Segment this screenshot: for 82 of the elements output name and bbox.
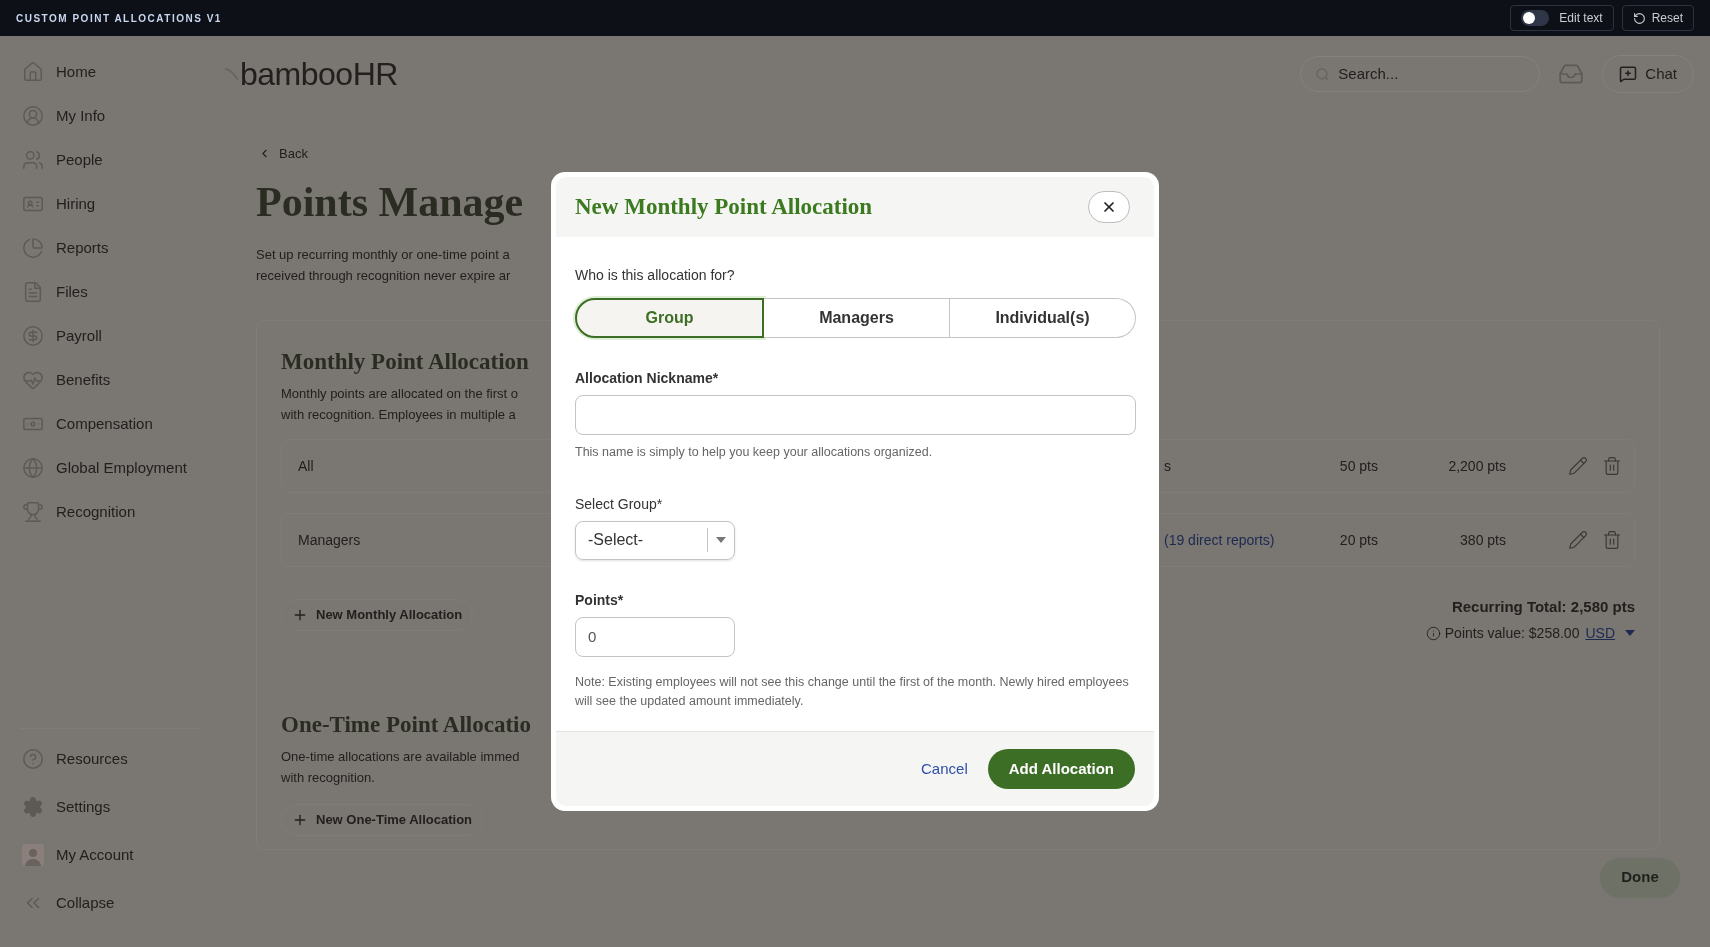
pie-chart-icon xyxy=(22,237,44,259)
section-description: with recognition. Employees in multiple a xyxy=(281,406,516,424)
nav-item[interactable]: Hiring xyxy=(2,184,220,224)
info-icon xyxy=(1425,625,1441,641)
note-text: Note: Existing employees will not see this change until the first of the month. Newly hired employees will see the updated amount immediately. xyxy=(575,673,1130,710)
nav-item[interactable]: People xyxy=(2,140,220,180)
back-link[interactable]: Back xyxy=(258,144,308,164)
section-title: Monthly Point Allocation xyxy=(281,347,529,376)
plus-icon xyxy=(292,607,308,623)
page-title: Points Manage xyxy=(256,177,524,227)
edit-icon[interactable] xyxy=(1568,530,1588,550)
nickname-input[interactable] xyxy=(575,395,1136,435)
chat-icon xyxy=(1619,65,1638,83)
nav-item[interactable]: Resources xyxy=(2,739,220,779)
section-description: One-time allocations are available immed xyxy=(281,748,520,766)
nickname-label: Allocation Nickname* xyxy=(575,369,720,388)
points-text: 20 pts xyxy=(1338,530,1378,550)
reset-icon xyxy=(1632,11,1646,25)
user-icon xyxy=(22,105,44,127)
nav-item[interactable]: Global Employment xyxy=(2,448,220,488)
file-icon xyxy=(22,281,44,303)
nav-item[interactable]: Reports xyxy=(2,228,220,268)
points-label: Points* xyxy=(575,590,625,610)
plus-icon xyxy=(292,812,308,828)
people-icon xyxy=(22,149,44,171)
total-text: 2,200 pts xyxy=(1447,456,1506,476)
caret-icon xyxy=(716,537,726,544)
cancel-button[interactable]: Cancel xyxy=(921,757,968,781)
reset-button[interactable]: Reset xyxy=(1621,5,1694,31)
section-title: One-Time Point Allocatio xyxy=(281,710,531,739)
nav-item[interactable]: Home xyxy=(2,52,220,92)
dialog-title: New Monthly Point Allocation xyxy=(575,192,873,221)
group-label: Select Group* xyxy=(575,494,664,514)
nav-item[interactable]: Files xyxy=(2,272,220,312)
section-description: Monthly points are allocated on the first o xyxy=(281,385,519,403)
nav-item[interactable]: Benefits xyxy=(2,360,220,400)
settings-icon xyxy=(22,796,44,818)
delete-icon[interactable] xyxy=(1602,530,1622,550)
audience-tab[interactable]: Group xyxy=(575,298,764,338)
trophy-icon xyxy=(22,501,44,523)
help-icon xyxy=(22,748,44,770)
allocation-name: All xyxy=(298,456,314,476)
close-button[interactable] xyxy=(1088,191,1130,223)
edit-text-toggle[interactable]: Edit text xyxy=(1510,5,1614,31)
currency-dropdown[interactable]: USD xyxy=(1585,622,1635,644)
audience-tab[interactable]: Individual(s) xyxy=(950,298,1136,338)
delete-icon[interactable] xyxy=(1602,456,1622,476)
nickname-hint: This name is simply to help you keep your allocations organized. xyxy=(575,444,934,461)
group-select[interactable]: -Select- xyxy=(575,520,735,560)
nav-item[interactable]: Recognition xyxy=(2,492,220,532)
dollar-icon xyxy=(22,325,44,347)
nav-item[interactable]: Collapse xyxy=(2,883,220,923)
nav-item[interactable]: Compensation xyxy=(2,404,220,444)
search-input[interactable]: Search... xyxy=(1338,62,1519,86)
nav-item[interactable]: Settings xyxy=(2,787,220,827)
logo: bambooHR xyxy=(224,50,398,98)
avatar-icon xyxy=(22,844,44,866)
home-icon xyxy=(22,61,44,83)
points-text: 50 pts xyxy=(1338,456,1378,476)
nav-item[interactable]: My Account xyxy=(2,835,220,875)
inbox-icon[interactable] xyxy=(1558,61,1585,87)
edit-icon[interactable] xyxy=(1568,456,1588,476)
section-description: with recognition. xyxy=(281,769,375,787)
audience-text: s xyxy=(1164,457,1171,474)
caret-icon xyxy=(1625,630,1635,636)
nav-item[interactable]: My Info xyxy=(2,96,220,136)
heart-icon xyxy=(22,369,44,391)
points-value: Points value: $258.00 xyxy=(1444,623,1580,643)
nav-item[interactable]: Payroll xyxy=(2,316,220,356)
globe-icon xyxy=(22,457,44,479)
prototype-title: CUSTOM POINT ALLOCATIONS V1 xyxy=(16,11,222,26)
direct-reports-link[interactable]: (19 direct reports) xyxy=(1164,531,1275,548)
total-text: 380 pts xyxy=(1459,530,1506,550)
page-description: received through recognition never expire ar xyxy=(256,266,511,285)
audience-tab[interactable]: Managers xyxy=(764,298,950,338)
recurring-total: Recurring Total: 2,580 pts xyxy=(1451,597,1635,617)
add-allocation-button[interactable]: Add Allocation xyxy=(987,749,1135,789)
allocation-name: Managers xyxy=(298,530,361,550)
audience-question: Who is this allocation for? xyxy=(575,266,736,285)
close-icon xyxy=(1101,199,1117,215)
page-description: Set up recurring monthly or one-time point a xyxy=(256,245,510,264)
points-input[interactable]: 0 xyxy=(575,616,735,657)
